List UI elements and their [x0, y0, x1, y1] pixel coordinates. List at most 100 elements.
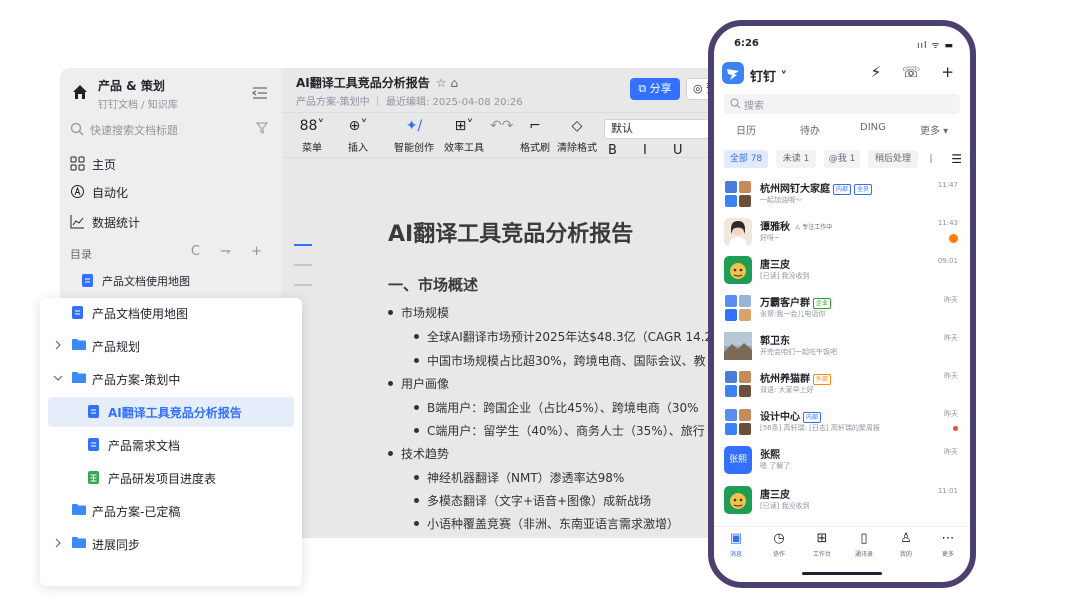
- outline-marker[interactable]: [294, 264, 312, 266]
- avatar: [724, 218, 752, 246]
- doc-section-title: 一、市场概述: [388, 276, 479, 294]
- format-painter-button[interactable]: ⌐ 格式刷: [516, 117, 554, 154]
- tree-item-label: 产品需求文档: [108, 439, 181, 453]
- header-actions[interactable]: ⚡ ☏ +: [871, 63, 962, 81]
- filter-unread[interactable]: 未读 1: [776, 150, 816, 168]
- tree-item[interactable]: 进展同步: [48, 529, 294, 559]
- status-badge: ⚠ 专注工作中: [795, 223, 833, 231]
- tab-contacts[interactable]: ▯ 通讯录: [844, 531, 884, 558]
- tab-me[interactable]: ♙ 我的: [886, 531, 926, 558]
- toolbar-label: 效率工具: [444, 143, 484, 154]
- text-format-buttons[interactable]: B I U S X: [608, 143, 720, 158]
- sheet-icon: [88, 471, 99, 484]
- tree-item[interactable]: 产品文档使用地图: [48, 298, 294, 328]
- bullet-text: 全球AI翻译市场预计2025年达$48.3亿（CAGR 14.2: [427, 330, 713, 344]
- unread-dot: [953, 426, 958, 431]
- magic-wand-icon: ✦/: [405, 118, 423, 134]
- font-select[interactable]: 默认: [604, 119, 714, 139]
- tree-item[interactable]: 产品方案-已定稿: [48, 496, 294, 526]
- status-bar: 6:26 ııl ᯤ ▬: [714, 26, 970, 56]
- status-icons: ııl ᯤ ▬: [917, 41, 954, 51]
- chat-item[interactable]: 设计中心 内部 [56条] 高轩瑞: [日志] 高轩瑞的聚周报 昨天: [714, 404, 970, 442]
- clear-format-button[interactable]: ◇ 清除格式: [554, 117, 600, 154]
- toc-tools[interactable]: C ⇁ +: [191, 244, 270, 259]
- plus-circle-icon: ⊕˅: [348, 118, 368, 134]
- chat-item[interactable]: 谭雅秋 ⚠ 专注工作中 好呀~ 11:43: [714, 214, 970, 252]
- toc-header[interactable]: 目录 C ⇁ +: [70, 244, 270, 264]
- user-icon: ♙: [900, 531, 912, 546]
- quick-ding[interactable]: DING: [860, 122, 886, 133]
- bullet-item: 神经机器翻译（NMT）渗透率达98%: [414, 469, 624, 486]
- message-icon: ▣: [729, 531, 743, 546]
- chat-name: 杭州网钉大家庭 内部 全员: [760, 180, 873, 195]
- tree-item-label: 产品文档使用地图: [92, 307, 189, 321]
- chat-item[interactable]: 杭州养猫群 外部 双语: 大家早上好 昨天: [714, 366, 970, 404]
- bullet-text: 小语种覆盖竞赛（非洲、东南亚语言需求激增）: [427, 517, 680, 531]
- quick-todo[interactable]: 待办: [800, 122, 820, 137]
- filter-icon[interactable]: [256, 122, 268, 134]
- chevron-right-icon[interactable]: [52, 537, 64, 549]
- chat-item[interactable]: 张熙 张熙 嗯 了解了 昨天: [714, 442, 970, 480]
- search-icon: [70, 122, 84, 136]
- tree-item[interactable]: 产品研发项目进度表: [48, 463, 294, 493]
- sidebar-item-stats[interactable]: 数据统计: [70, 210, 270, 234]
- chat-item[interactable]: 郭卫东 开完会咱们一起吃午饭吧 昨天: [714, 328, 970, 366]
- menu-icon[interactable]: ☰: [951, 152, 962, 166]
- search-placeholder: 搜索: [744, 101, 764, 112]
- group-avatar-icon: [724, 408, 752, 436]
- tab-workbench[interactable]: ⊞ 工作台: [802, 531, 842, 558]
- chat-time: 昨天: [944, 372, 958, 380]
- chat-preview: 嗯 了解了: [760, 462, 791, 470]
- undo-redo-button[interactable]: ↶↷: [490, 117, 513, 139]
- tree-item[interactable]: 产品规划: [48, 331, 294, 361]
- filter-all[interactable]: 全部 78: [724, 150, 768, 168]
- tree-item-active[interactable]: AI翻译工具竞品分析报告: [48, 397, 294, 427]
- chat-item[interactable]: 唐三皮 [已读] 我没收到 11:01: [714, 482, 970, 520]
- chevron-right-icon[interactable]: [52, 339, 64, 351]
- sidebar-search[interactable]: 快速搜索文档标题: [70, 118, 270, 140]
- doc-title-bar: AI翻译工具竞品分析报告 ☆ ⌂: [296, 74, 458, 91]
- tree-item[interactable]: 产品方案-策划中: [48, 364, 294, 394]
- chat-item[interactable]: 万霸客户群 企业 张帮:我一会儿电话你 昨天: [714, 290, 970, 328]
- quick-calendar[interactable]: 日历: [736, 122, 756, 137]
- tab-more[interactable]: ⋯ 更多: [928, 531, 968, 558]
- space-header[interactable]: 产品 & 策划 钉钉文档 / 知识库: [70, 76, 270, 112]
- sidebar-item-automation[interactable]: 自动化: [70, 180, 270, 204]
- filter-later[interactable]: 稍后处理: [868, 150, 918, 168]
- chat-item[interactable]: 杭州网钉大家庭 内部 全员 一起加油哦～ 11:47: [714, 176, 970, 214]
- tab-messages[interactable]: ▣ 消息: [716, 531, 756, 558]
- collapse-sidebar-icon[interactable]: [252, 86, 268, 100]
- insert-button[interactable]: ⊕˅ 插入: [342, 117, 374, 154]
- toolbar-label: 智能创作: [394, 143, 434, 154]
- outline-marker-active[interactable]: [294, 244, 312, 246]
- bullet-text: 多模态翻译（文字+语音+图像）成新战场: [427, 494, 652, 508]
- tree-item[interactable]: 产品需求文档: [48, 430, 294, 460]
- doc-title: AI翻译工具竞品分析报告: [296, 76, 430, 90]
- sidebar-item-home[interactable]: 主页: [70, 152, 270, 176]
- chat-time: 11:47: [937, 181, 958, 189]
- tab-collab[interactable]: ◷ 协作: [759, 531, 799, 558]
- group-avatar-icon: [724, 370, 752, 398]
- quick-more[interactable]: 更多 ▾: [920, 122, 948, 137]
- chevron-down-icon[interactable]: [52, 372, 64, 384]
- bullet-item: 全球AI翻译市场预计2025年达$48.3亿（CAGR 14.2: [414, 328, 712, 345]
- avatar: 张熙: [724, 446, 752, 474]
- space-breadcrumb: 钉钉文档 / 知识库: [98, 100, 178, 111]
- favorite-icon[interactable]: ☆ ⌂: [436, 76, 458, 90]
- chat-name: 唐三皮: [760, 260, 790, 271]
- chat-time: 09:01: [937, 257, 958, 265]
- search-input[interactable]: 搜索: [724, 94, 960, 114]
- chat-item[interactable]: 唐三皮 [已读] 我没收到 09:01: [714, 252, 970, 290]
- chat-name: 杭州养猫群 外部: [760, 370, 832, 385]
- filter-mention[interactable]: @我 1: [824, 150, 860, 168]
- outline-marker[interactable]: [294, 284, 312, 286]
- share-button[interactable]: ⧉ 分享: [630, 78, 680, 100]
- doc-meta: 产品方案-策划中 ｜ 最近编辑: 2025-04-08 20:26: [296, 97, 523, 108]
- org-switcher[interactable]: 钉钉 ˅: [750, 66, 787, 85]
- more-icon: ⋯: [941, 531, 955, 546]
- menu-button[interactable]: 88˅ 菜单: [296, 117, 328, 154]
- bullet-text: 神经机器翻译（NMT）渗透率达98%: [427, 471, 625, 485]
- tree-item-label: AI翻译工具竞品分析报告: [108, 406, 242, 420]
- efficiency-tools-button[interactable]: ⊞˅ 效率工具: [442, 117, 486, 154]
- ai-create-button[interactable]: ✦/ 智能创作: [392, 117, 436, 154]
